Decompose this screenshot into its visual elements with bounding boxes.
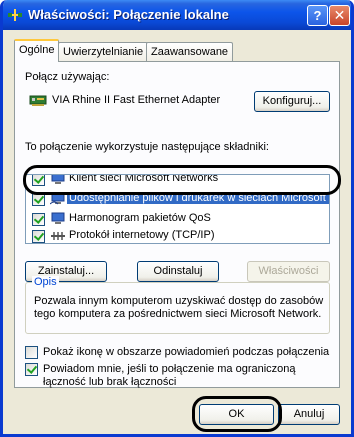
configure-button[interactable]: Konfiguruj... <box>254 91 330 112</box>
tab-general[interactable]: Ogólne <box>14 39 60 62</box>
components-label: To połączenie wykorzystuje następujące s… <box>25 141 269 153</box>
show-icon-label: Pokaż ikonę w obszarze powiadomień podcz… <box>43 346 330 358</box>
properties-dialog: Właściwości: Połączenie lokalne ? ✕ Ogól… <box>0 0 354 437</box>
file-printer-sharing-icon <box>50 192 65 205</box>
description-group: Opis Pozwala innym komputerom uzyskiwać … <box>25 276 330 334</box>
network-adapter-icon <box>29 95 47 106</box>
component-label: Protokół internetowy (TCP/IP) <box>69 229 215 241</box>
list-item[interactable]: Udostępnianie plików i drukarek w siecia… <box>29 189 329 209</box>
tab-authentication-label: Uwierzytelnianie <box>63 46 144 58</box>
network-client-icon <box>51 175 65 184</box>
notify-checkbox[interactable] <box>25 363 38 376</box>
list-item[interactable]: Klient sieci Microsoft Networks <box>29 174 329 189</box>
notify-label: Powiadom mnie, jeśli to połączenie ma og… <box>43 363 296 388</box>
description-text: Pozwala innym komputerom uzyskiwać dostę… <box>34 295 324 320</box>
component-label: Udostępnianie plików i drukarek w siecia… <box>67 192 329 204</box>
component-checkbox[interactable] <box>32 193 45 206</box>
title-bar[interactable]: Właściwości: Połączenie lokalne ? ✕ <box>3 0 351 30</box>
ok-button-label: OK <box>228 408 245 420</box>
list-item[interactable]: Protokół internetowy (TCP/IP) <box>29 226 329 243</box>
uninstall-button-label: Odinstaluj <box>153 265 203 277</box>
cancel-button-label: Anuluj <box>293 408 325 420</box>
component-checkbox[interactable] <box>32 175 45 186</box>
component-checkbox[interactable] <box>32 230 45 243</box>
show-icon-checkbox[interactable] <box>25 346 38 359</box>
cancel-button[interactable]: Anuluj <box>278 404 340 425</box>
description-legend: Opis <box>32 276 59 288</box>
network-connection-icon <box>8 9 22 21</box>
close-button[interactable]: ✕ <box>329 5 350 26</box>
show-icon-option[interactable]: Pokaż ikonę w obszarze powiadomień podcz… <box>25 346 335 360</box>
adapter-name: VIA Rhine II Fast Ethernet Adapter <box>52 94 221 106</box>
notify-option[interactable]: Powiadom mnie, jeśli to połączenie ma og… <box>25 363 335 389</box>
configure-button-label: Konfiguruj... <box>262 95 322 107</box>
tab-general-label: Ogólne <box>19 44 55 56</box>
connect-using-label: Połącz używając: <box>25 71 110 83</box>
qos-scheduler-icon <box>51 212 65 224</box>
properties-button-label: Właściwości <box>258 265 319 277</box>
uninstall-button[interactable]: Odinstaluj <box>137 261 219 282</box>
ok-button[interactable]: OK <box>199 404 274 425</box>
tab-advanced[interactable]: Zaawansowane <box>146 42 234 61</box>
properties-button[interactable]: Właściwości <box>247 261 330 282</box>
components-list[interactable]: Klient sieci Microsoft Networks Udostępn… <box>25 174 330 244</box>
general-tab-panel: Połącz używając: VIA Rhine II Fast Ether… <box>14 61 340 388</box>
window-title: Właściwości: Połączenie lokalne <box>28 7 229 22</box>
protocol-icon <box>51 232 65 240</box>
tab-advanced-label: Zaawansowane <box>151 46 229 58</box>
help-button[interactable]: ? <box>307 5 328 26</box>
component-label: Klient sieci Microsoft Networks <box>69 174 219 184</box>
tab-authentication[interactable]: Uwierzytelnianie <box>58 42 149 61</box>
component-checkbox[interactable] <box>32 213 45 226</box>
component-label: Harmonogram pakietów QoS <box>69 212 211 224</box>
